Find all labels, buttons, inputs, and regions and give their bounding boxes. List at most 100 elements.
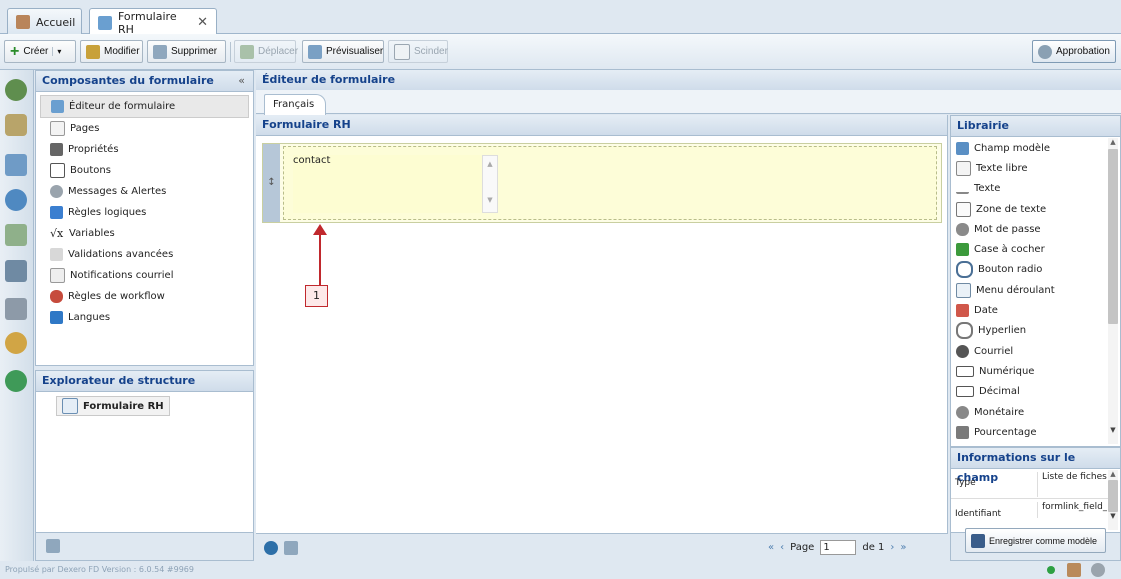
library-item-checkbox[interactable]: Case à cocher <box>951 239 1120 259</box>
drag-handle-icon[interactable]: ↕ <box>263 144 280 222</box>
chevron-down-icon[interactable]: ▾ <box>52 47 61 56</box>
component-item-notifications[interactable]: Notifications courriel <box>40 265 249 286</box>
scrollbar-thumb[interactable] <box>1108 480 1118 512</box>
recycle-icon[interactable] <box>5 79 27 101</box>
package-icon[interactable] <box>1067 563 1081 577</box>
component-item-validations[interactable]: Validations avancées <box>40 244 249 265</box>
library-item-label: Décimal <box>979 386 1020 398</box>
messages-icon <box>50 185 63 198</box>
scroll-up-icon[interactable]: ▲ <box>1108 470 1118 478</box>
library-item-free-text[interactable]: Texte libre <box>951 158 1120 178</box>
library-item-radio[interactable]: Bouton radio <box>951 260 1120 280</box>
modify-label: Modifier <box>104 46 140 57</box>
annotation-arrow-head <box>313 224 327 235</box>
scroll-down-icon[interactable]: ▼ <box>1108 426 1118 434</box>
component-item-logic-rules[interactable]: Règles logiques <box>40 202 249 223</box>
preview-button[interactable]: Prévisualiser <box>302 40 384 63</box>
library-item-label: Numérique <box>979 365 1035 377</box>
module-sidebar <box>0 70 34 561</box>
field-info-row-type: Type Liste de fiches <box>951 469 1108 499</box>
library-item-label: Monétaire <box>974 406 1025 418</box>
trash-icon[interactable] <box>46 539 60 553</box>
library-item-template-field[interactable]: Champ modèle <box>951 138 1120 158</box>
close-icon[interactable]: ✕ <box>197 15 208 30</box>
component-item-properties[interactable]: Propriétés <box>40 139 249 160</box>
library-item-textarea[interactable]: Zone de texte <box>951 199 1120 219</box>
component-label: Éditeur de formulaire <box>69 101 176 112</box>
documents-icon[interactable] <box>5 260 27 282</box>
move-button[interactable]: Déplacer <box>234 40 298 63</box>
library-item-currency[interactable]: Monétaire <box>951 402 1120 422</box>
collapse-button[interactable]: « <box>238 71 245 91</box>
save-as-template-button[interactable]: Enregistrer comme modèle <box>965 528 1106 553</box>
delete-button[interactable]: Supprimer <box>147 40 226 63</box>
library-item-numeric[interactable]: Numérique <box>951 361 1120 381</box>
form-row[interactable]: ↕ contact ▲ ▼ <box>262 143 942 223</box>
field-scrollbar[interactable]: ▲ ▼ <box>482 155 498 213</box>
document-icon[interactable] <box>284 541 298 555</box>
approval-button[interactable]: Approbation <box>1032 40 1116 63</box>
status-online-icon <box>1047 566 1055 574</box>
tab-formulaire-rh[interactable]: Formulaire RH ✕ <box>89 8 217 36</box>
library-item-dropdown[interactable]: Menu déroulant <box>951 280 1120 300</box>
library-item-password[interactable]: Mot de passe <box>951 219 1120 239</box>
version-text: Propulsé par Dexero FD Version : 6.0.54 … <box>5 565 194 574</box>
toolbar: + Créer ▾ Modifier Supprimer Déplacer Pr… <box>0 34 1121 70</box>
component-item-variables[interactable]: √x Variables <box>40 223 249 244</box>
library-item-decimal[interactable]: Décimal <box>951 382 1120 402</box>
password-icon <box>956 222 969 236</box>
field-textarea[interactable]: contact <box>293 155 482 213</box>
move-icon <box>240 44 254 59</box>
editor-title: Éditeur de formulaire <box>256 70 1121 91</box>
library-item-date[interactable]: Date <box>951 300 1120 320</box>
library-scrollbar[interactable]: ▲ ▼ <box>1108 138 1118 444</box>
create-button[interactable]: + Créer ▾ <box>4 40 76 63</box>
date-icon <box>956 304 969 318</box>
component-item-pages[interactable]: Pages <box>40 118 249 139</box>
approval-label: Approbation <box>1056 46 1110 57</box>
component-item-buttons[interactable]: Boutons <box>40 160 249 181</box>
scroll-down-icon[interactable]: ▼ <box>483 196 497 204</box>
library-item-label: Zone de texte <box>976 203 1047 215</box>
component-item-form-editor[interactable]: Éditeur de formulaire <box>40 95 249 118</box>
globe-settings-icon[interactable] <box>5 189 27 211</box>
last-page-icon[interactable]: » <box>900 542 906 553</box>
modify-button[interactable]: Modifier <box>80 40 143 63</box>
form-field[interactable]: contact ▲ ▼ <box>283 146 937 220</box>
chart-icon[interactable] <box>5 224 27 246</box>
tools-icon[interactable] <box>5 298 27 320</box>
library-item-label: Date <box>974 305 998 317</box>
scrollbar-thumb[interactable] <box>1108 149 1118 324</box>
component-item-workflow[interactable]: Règles de workflow <box>40 286 249 307</box>
component-item-languages[interactable]: Langues <box>40 307 249 328</box>
library-item-percentage[interactable]: Pourcentage <box>951 422 1120 442</box>
scroll-up-icon[interactable]: ▲ <box>1108 138 1118 146</box>
previous-page-icon[interactable]: ‹ <box>780 542 784 553</box>
form-module-icon[interactable] <box>5 154 27 176</box>
next-page-icon[interactable]: › <box>890 542 894 553</box>
component-label: Règles logiques <box>68 207 147 218</box>
scroll-down-icon[interactable]: ▼ <box>1108 512 1118 520</box>
toolbar-divider <box>230 42 231 62</box>
split-button[interactable]: Scinder <box>388 40 448 63</box>
library-item-email[interactable]: Courriel <box>951 341 1120 361</box>
location-icon[interactable] <box>5 370 27 392</box>
tag-icon[interactable] <box>5 114 27 136</box>
component-item-messages[interactable]: Messages & Alertes <box>40 181 249 202</box>
first-page-icon[interactable]: « <box>768 542 774 553</box>
scroll-up-icon[interactable]: ▲ <box>483 160 497 168</box>
globe-icon[interactable] <box>264 541 278 555</box>
page-input[interactable]: 1 <box>820 540 857 555</box>
tab-home[interactable]: Accueil <box>7 8 82 35</box>
field-info-scrollbar[interactable]: ▲ ▼ <box>1108 470 1118 530</box>
save-icon <box>971 533 985 548</box>
clock-icon[interactable] <box>5 332 27 354</box>
settings-icon[interactable] <box>1091 563 1105 577</box>
structure-node[interactable]: Formulaire RH <box>56 396 170 416</box>
library-item-label: Champ modèle <box>974 142 1051 154</box>
library-item-text[interactable]: Texte <box>951 179 1120 199</box>
field-info-value: formlink_field_ <box>1037 502 1107 518</box>
library-item-hyperlink[interactable]: Hyperlien <box>951 321 1120 341</box>
components-title: Composantes du formulaire <box>42 74 214 87</box>
tab-francais[interactable]: Français <box>264 94 326 115</box>
